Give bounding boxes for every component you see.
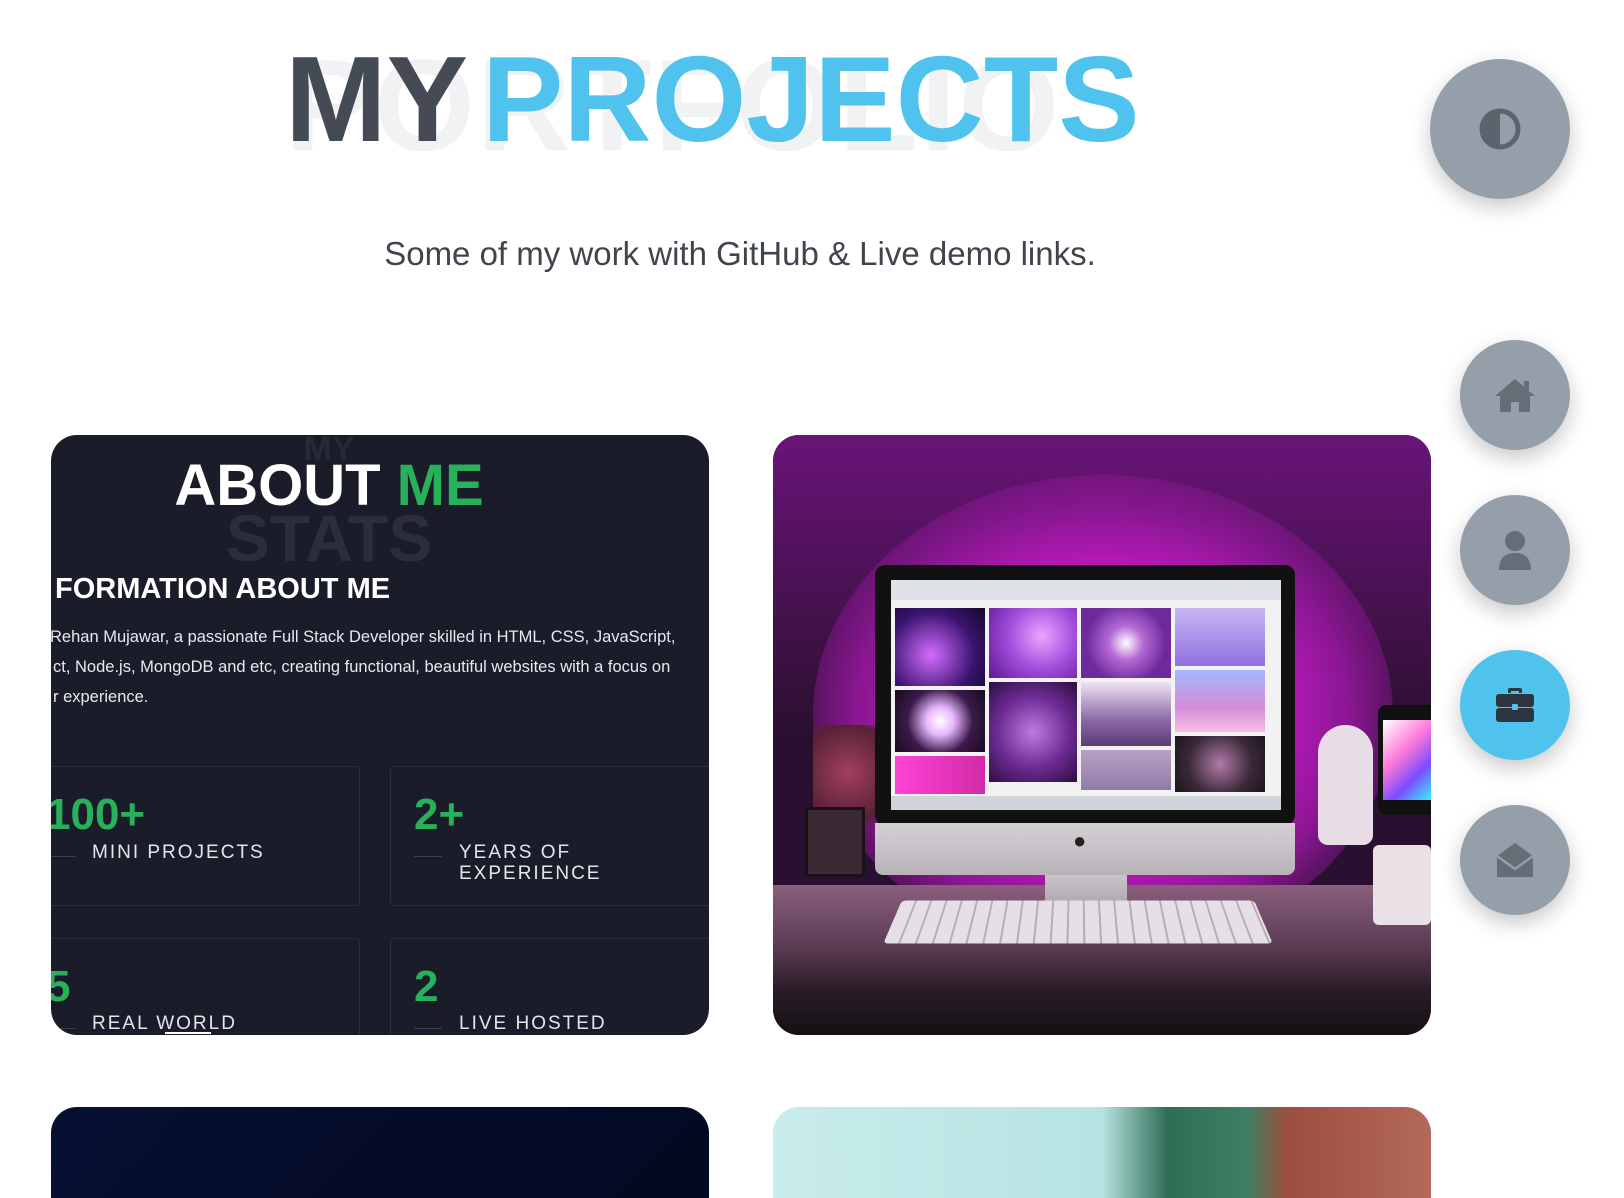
- photo-hand-statue: [1318, 725, 1373, 845]
- stat-divider: [414, 856, 442, 857]
- user-icon: [1497, 530, 1533, 570]
- photo-frame: [805, 807, 865, 877]
- title-part-2: PROJECTS: [482, 31, 1140, 167]
- preview-paragraph-line: r experience.: [53, 688, 149, 706]
- project-card-about-me[interactable]: MY STATS ABOUT ME FORMATION ABOUT ME Reh…: [51, 435, 709, 1035]
- apple-logo-icon: ●: [1073, 828, 1087, 853]
- screen-tile: [1081, 608, 1171, 678]
- nav-projects-button[interactable]: [1460, 650, 1570, 760]
- stat-number: 5: [51, 962, 71, 1011]
- stat-divider: [414, 1028, 442, 1029]
- preview-paragraph: Rehan Mujawar, a passionate Full Stack D…: [51, 622, 690, 712]
- photo-imac-screen: [891, 580, 1281, 810]
- stat-number: 2+: [414, 790, 465, 839]
- screen-dock: [891, 796, 1281, 810]
- underline-mark: [165, 1032, 211, 1034]
- preview-info-heading: FORMATION ABOUT ME: [55, 573, 391, 605]
- stat-label: MINI PROJECTS: [92, 842, 265, 863]
- theme-toggle-button[interactable]: [1430, 59, 1570, 199]
- screen-tile: [895, 690, 985, 752]
- photo-keyboard: [883, 900, 1273, 944]
- stat-divider: [51, 856, 76, 857]
- preview-title-white: ABOUT: [174, 453, 381, 518]
- screen-tile: [1175, 736, 1265, 792]
- screen-tile: [895, 608, 985, 686]
- stat-label: YEARS OF EXPERIENCE: [459, 842, 601, 884]
- section-subtitle: Some of my work with GitHub & Live demo …: [384, 235, 1096, 272]
- screen-tile: [1081, 750, 1171, 790]
- screen-tile: [989, 608, 1077, 678]
- home-icon: [1493, 375, 1537, 415]
- stat-divider: [51, 1028, 76, 1029]
- photo-mug: [1373, 845, 1431, 925]
- stat-label: LIVE HOSTED: [459, 1013, 607, 1034]
- preview-paragraph-line: ct, Node.js, MongoDB and etc, creating f…: [53, 658, 671, 676]
- stat-label-line: YEARS OF: [459, 842, 572, 863]
- stat-label: REAL WORLD: [92, 1013, 237, 1034]
- preview-paragraph-line: Rehan Mujawar, a passionate Full Stack D…: [51, 628, 676, 646]
- card-1-preview: MY STATS ABOUT ME FORMATION ABOUT ME Reh…: [51, 435, 709, 1035]
- screen-tile: [1175, 608, 1265, 666]
- nav-about-button[interactable]: [1460, 495, 1570, 605]
- project-card-desk-photo[interactable]: ●: [773, 435, 1431, 1035]
- stat-number: 2: [414, 962, 439, 1011]
- nav-contact-button[interactable]: [1460, 805, 1570, 915]
- screen-tile: [895, 756, 985, 794]
- preview-about-title: ABOUT ME: [51, 452, 658, 519]
- stat-label-line: EXPERIENCE: [459, 863, 602, 884]
- briefcase-icon: [1495, 687, 1535, 723]
- project-card-3[interactable]: [51, 1107, 709, 1198]
- title-part-1: MY: [285, 31, 468, 167]
- screen-toolbar: [891, 580, 1281, 600]
- envelope-open-icon: [1495, 840, 1535, 880]
- nav-home-button[interactable]: [1460, 340, 1570, 450]
- screen-tile: [1081, 682, 1171, 746]
- project-card-4[interactable]: [773, 1107, 1431, 1198]
- stat-number: 100+: [51, 790, 146, 839]
- section-title: MY PROJECTS: [285, 38, 1140, 160]
- screen-tile: [989, 682, 1077, 782]
- photo-phone-screen: [1383, 720, 1431, 800]
- half-circle-icon: [1478, 107, 1522, 151]
- screen-tile: [1175, 670, 1265, 732]
- preview-title-green: ME: [396, 453, 484, 518]
